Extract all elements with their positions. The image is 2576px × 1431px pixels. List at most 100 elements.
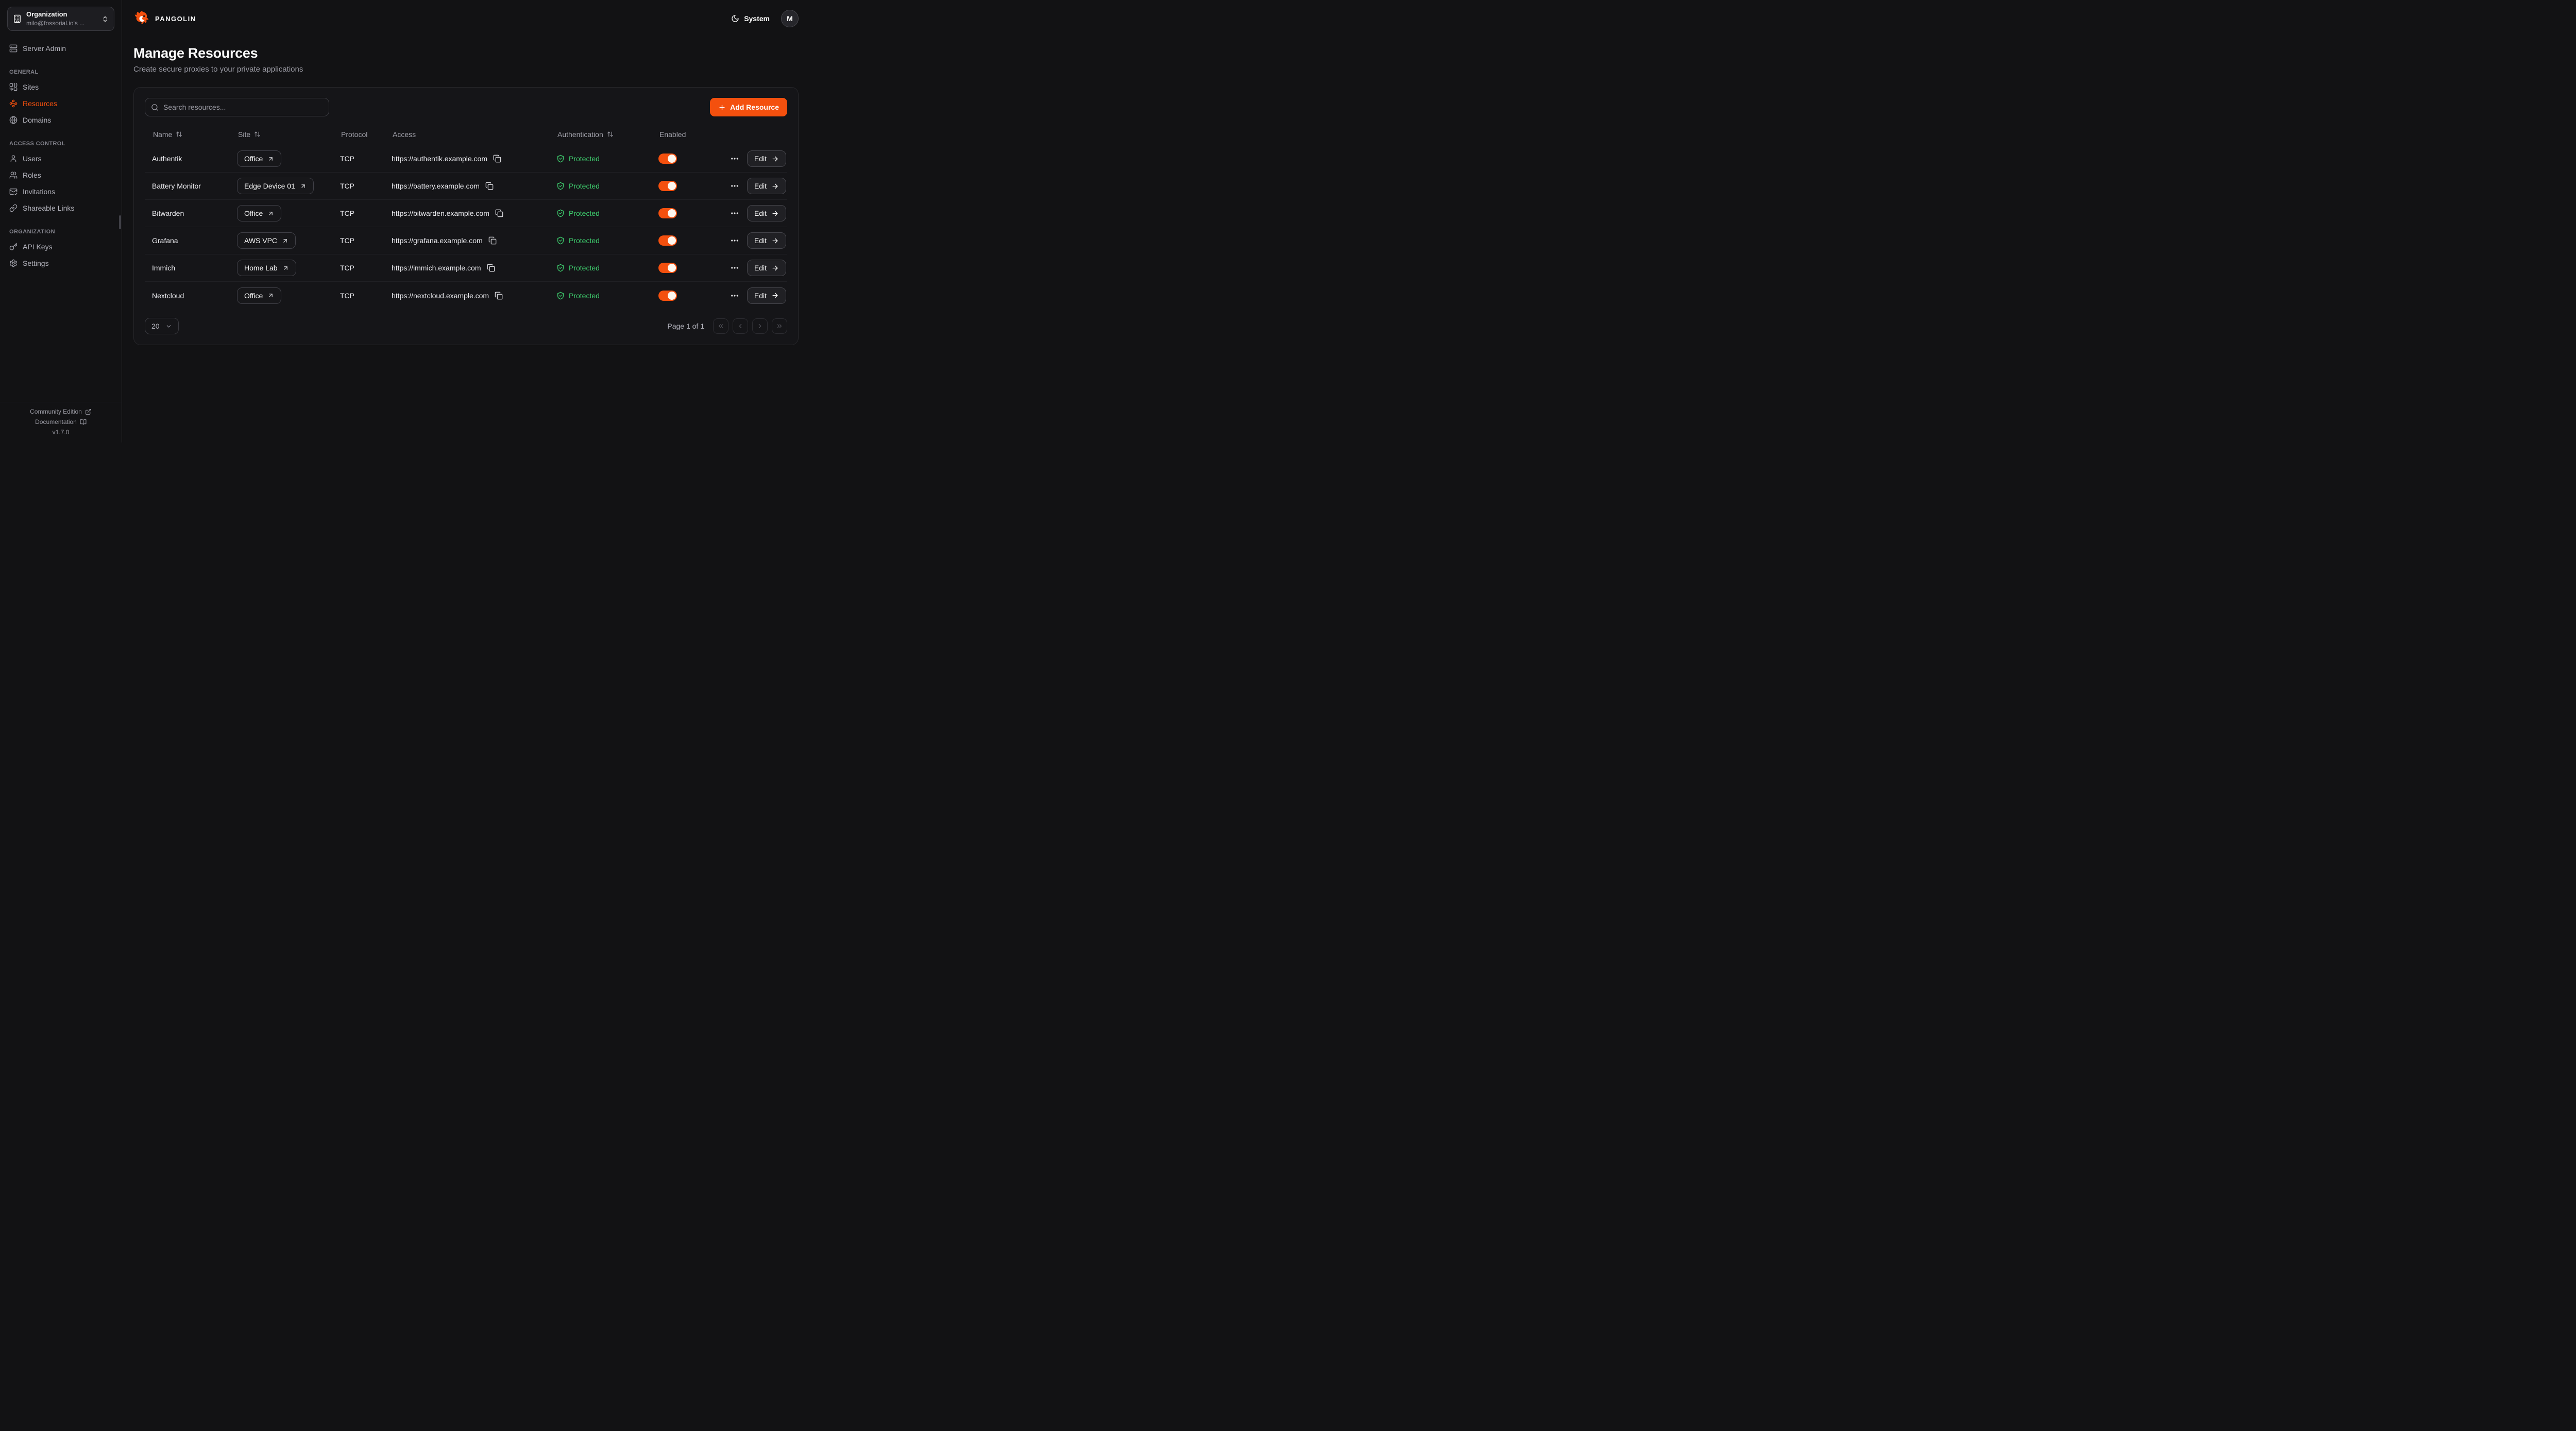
authentication-status: Protected xyxy=(556,209,600,217)
site-name: Home Lab xyxy=(244,264,278,272)
sidebar-nav: Server AdminGENERALSitesResourcesDomains… xyxy=(7,40,114,271)
enabled-toggle[interactable] xyxy=(658,235,677,246)
sidebar-item-users[interactable]: Users xyxy=(7,150,114,167)
arrow-up-right-icon xyxy=(267,210,274,217)
link-icon xyxy=(9,204,18,212)
row-menu-button[interactable] xyxy=(730,263,739,272)
community-edition-link[interactable]: Community Edition xyxy=(30,408,92,415)
enabled-toggle[interactable] xyxy=(658,291,677,301)
community-edition-label: Community Edition xyxy=(30,408,82,415)
sidebar-item-settings[interactable]: Settings xyxy=(7,255,114,271)
sidebar-item-sites[interactable]: Sites xyxy=(7,79,114,95)
add-resource-label: Add Resource xyxy=(730,103,779,111)
arrow-up-right-icon xyxy=(300,183,307,190)
search-input[interactable] xyxy=(163,103,323,111)
row-menu-button[interactable] xyxy=(730,236,739,245)
sidebar-item-server-admin[interactable]: Server Admin xyxy=(7,40,114,57)
waypoints-icon xyxy=(9,99,18,108)
card-toolbar: Add Resource xyxy=(145,98,787,116)
table-body: AuthentikOfficeTCPhttps://authentik.exam… xyxy=(145,145,787,309)
row-menu-button[interactable] xyxy=(730,154,739,163)
arrow-up-right-icon xyxy=(267,156,274,162)
user-icon xyxy=(9,155,18,163)
row-menu-button[interactable] xyxy=(730,181,739,191)
column-label: Protocol xyxy=(341,130,367,139)
arrow-up-right-icon xyxy=(282,237,289,244)
org-switcher[interactable]: Organization milo@fossorial.io's ... xyxy=(7,7,114,31)
sidebar-scrollbar-thumb[interactable] xyxy=(119,215,121,229)
column-label: Authentication xyxy=(557,130,603,139)
site-link-button[interactable]: Office xyxy=(237,150,281,167)
row-menu-button[interactable] xyxy=(730,209,739,218)
site-link-button[interactable]: AWS VPC xyxy=(237,232,296,249)
sidebar-item-resources[interactable]: Resources xyxy=(7,95,114,112)
table-row: NextcloudOfficeTCPhttps://nextcloud.exam… xyxy=(145,282,787,309)
sidebar-item-roles[interactable]: Roles xyxy=(7,167,114,183)
edit-button[interactable]: Edit xyxy=(747,150,786,167)
sidebar-item-api-keys[interactable]: API Keys xyxy=(7,238,114,255)
sidebar-item-label: Users xyxy=(23,155,42,163)
site-name: Office xyxy=(244,155,263,163)
last-page-button[interactable] xyxy=(772,318,787,334)
sidebar-footer: Community Edition Documentation v1.7.0 xyxy=(0,402,122,442)
copy-url-button[interactable] xyxy=(495,209,503,217)
sidebar-item-label: Shareable Links xyxy=(23,204,74,212)
page-size-select[interactable]: 20 xyxy=(145,318,179,334)
documentation-link[interactable]: Documentation xyxy=(35,418,87,425)
site-link-button[interactable]: Office xyxy=(237,205,281,222)
mail-check-icon xyxy=(9,188,18,196)
arrow-right-icon xyxy=(771,155,779,163)
edit-button[interactable]: Edit xyxy=(747,232,786,249)
users-icon xyxy=(9,171,18,179)
site-link-button[interactable]: Home Lab xyxy=(237,260,296,276)
copy-url-button[interactable] xyxy=(493,155,501,163)
first-page-button[interactable] xyxy=(713,318,728,334)
sidebar-item-label: Resources xyxy=(23,99,57,108)
avatar[interactable]: M xyxy=(781,10,799,27)
edit-button[interactable]: Edit xyxy=(747,205,786,222)
site-link-button[interactable]: Edge Device 01 xyxy=(237,178,314,194)
column-header-site[interactable]: Site xyxy=(230,130,333,139)
enabled-toggle[interactable] xyxy=(658,154,677,164)
sidebar-item-domains[interactable]: Domains xyxy=(7,112,114,128)
theme-toggle-button[interactable]: System xyxy=(731,14,770,23)
sidebar-item-label: Domains xyxy=(23,116,51,124)
copy-url-button[interactable] xyxy=(485,182,494,190)
version-label: v1.7.0 xyxy=(4,429,117,436)
edit-button[interactable]: Edit xyxy=(747,178,786,194)
edit-label: Edit xyxy=(754,264,767,272)
table-row: AuthentikOfficeTCPhttps://authentik.exam… xyxy=(145,145,787,173)
sidebar-item-shareable-links[interactable]: Shareable Links xyxy=(7,200,114,216)
sidebar-item-label: API Keys xyxy=(23,243,53,251)
toggle-knob xyxy=(668,155,676,163)
row-menu-button[interactable] xyxy=(730,291,739,300)
next-page-button[interactable] xyxy=(752,318,768,334)
enabled-toggle[interactable] xyxy=(658,181,677,191)
add-resource-button[interactable]: Add Resource xyxy=(710,98,787,116)
column-header-name[interactable]: Name xyxy=(145,130,230,139)
edit-button[interactable]: Edit xyxy=(747,287,786,304)
site-link-button[interactable]: Office xyxy=(237,287,281,304)
enabled-toggle[interactable] xyxy=(658,208,677,218)
previous-page-button[interactable] xyxy=(733,318,748,334)
copy-url-button[interactable] xyxy=(488,236,497,245)
copy-url-button[interactable] xyxy=(495,292,503,300)
resource-protocol: TCP xyxy=(333,236,384,245)
chevron-left-icon xyxy=(737,322,744,330)
globe-icon xyxy=(9,116,18,124)
edit-button[interactable]: Edit xyxy=(747,260,786,276)
shield-check-icon xyxy=(556,292,565,300)
sidebar-item-invitations[interactable]: Invitations xyxy=(7,183,114,200)
pagination-status: Page 1 of 1 xyxy=(667,322,704,330)
resource-protocol: TCP xyxy=(333,182,384,190)
shield-check-icon xyxy=(556,182,565,190)
column-header-authentication[interactable]: Authentication xyxy=(549,130,651,139)
resource-access-url: https://battery.example.com xyxy=(392,182,480,190)
authentication-status: Protected xyxy=(556,264,600,272)
copy-url-button[interactable] xyxy=(487,264,495,272)
resource-protocol: TCP xyxy=(333,264,384,272)
combine-icon xyxy=(9,83,18,91)
shield-check-icon xyxy=(556,209,565,217)
page-subtitle: Create secure proxies to your private ap… xyxy=(133,65,799,74)
enabled-toggle[interactable] xyxy=(658,263,677,273)
